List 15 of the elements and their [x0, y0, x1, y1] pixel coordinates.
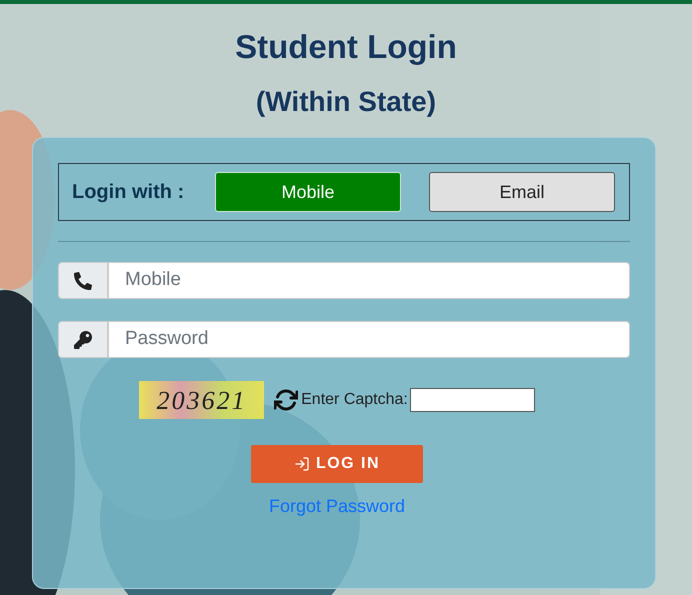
- text-input[interactable]: Password: [108, 321, 630, 358]
- phone-icon: [74, 272, 92, 290]
- login-method-tab[interactable]: Mobile: [215, 172, 401, 212]
- captcha-image: 203621: [139, 381, 264, 419]
- login-with-label: Login with :: [72, 180, 186, 205]
- login-button[interactable]: LOG IN: [251, 445, 423, 483]
- refresh-icon[interactable]: [274, 388, 298, 412]
- page-subtitle: (Within State): [256, 86, 436, 118]
- login-method-tab[interactable]: Email: [429, 172, 615, 212]
- captcha-input[interactable]: [410, 388, 535, 412]
- key-icon: [74, 330, 92, 348]
- login-icon: [294, 456, 310, 472]
- text-input[interactable]: Mobile: [108, 262, 630, 299]
- captcha-label: Enter Captcha:: [301, 390, 408, 410]
- page-title: Student Login: [235, 28, 457, 66]
